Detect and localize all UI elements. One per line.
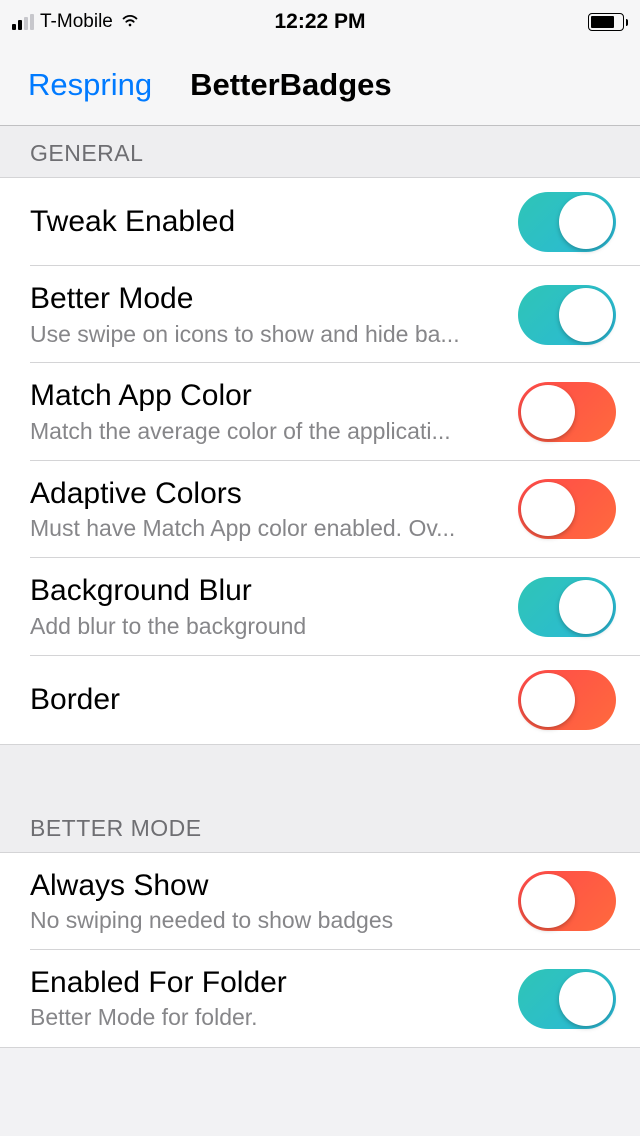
toggle-adaptive-colors[interactable] xyxy=(518,479,616,539)
cell-adaptive-colors: Adaptive Colors Must have Match App colo… xyxy=(0,461,640,558)
cell-text: Border xyxy=(30,681,518,719)
cell-title: Tweak Enabled xyxy=(30,203,502,241)
toggle-background-blur[interactable] xyxy=(518,577,616,637)
toggle-always-show[interactable] xyxy=(518,871,616,931)
list-general: Tweak Enabled Better Mode Use swipe on i… xyxy=(0,177,640,745)
cell-title: Enabled For Folder xyxy=(30,964,502,1002)
toggle-border[interactable] xyxy=(518,670,616,730)
toggle-tweak-enabled[interactable] xyxy=(518,192,616,252)
cell-title: Match App Color xyxy=(30,377,502,415)
battery-icon xyxy=(588,13,628,31)
cell-title: Always Show xyxy=(30,867,502,905)
section-header-general: GENERAL xyxy=(0,126,640,177)
section-header-better-mode: BETTER MODE xyxy=(0,745,640,852)
wifi-icon xyxy=(119,8,141,36)
list-better-mode: Always Show No swiping needed to show ba… xyxy=(0,852,640,1049)
cell-subtitle: No swiping needed to show badges xyxy=(30,906,502,936)
cell-enabled-for-folder: Enabled For Folder Better Mode for folde… xyxy=(0,950,640,1047)
cell-tweak-enabled: Tweak Enabled xyxy=(0,178,640,266)
carrier-label: T-Mobile xyxy=(40,11,113,33)
cell-match-app-color: Match App Color Match the average color … xyxy=(0,363,640,460)
status-left: T-Mobile xyxy=(12,8,141,36)
cell-subtitle: Better Mode for folder. xyxy=(30,1003,502,1033)
cell-subtitle: Must have Match App color enabled. Ov... xyxy=(30,514,502,544)
cell-text: Background Blur Add blur to the backgrou… xyxy=(30,572,518,641)
status-bar: T-Mobile 12:22 PM xyxy=(0,0,640,44)
cell-text: Better Mode Use swipe on icons to show a… xyxy=(30,280,518,349)
clock: 12:22 PM xyxy=(274,10,365,34)
cell-subtitle: Match the average color of the applicati… xyxy=(30,417,502,447)
cell-title: Adaptive Colors xyxy=(30,475,502,513)
cell-text: Tweak Enabled xyxy=(30,203,518,241)
cell-title: Border xyxy=(30,681,502,719)
cell-title: Better Mode xyxy=(30,280,502,318)
cell-subtitle: Use swipe on icons to show and hide ba..… xyxy=(30,320,502,350)
cell-better-mode: Better Mode Use swipe on icons to show a… xyxy=(0,266,640,363)
cell-border: Border xyxy=(0,656,640,744)
cell-text: Enabled For Folder Better Mode for folde… xyxy=(30,964,518,1033)
signal-bars-icon xyxy=(12,14,34,30)
page-title: BetterBadges xyxy=(190,67,392,103)
toggle-better-mode[interactable] xyxy=(518,285,616,345)
toggle-enabled-for-folder[interactable] xyxy=(518,969,616,1029)
cell-text: Match App Color Match the average color … xyxy=(30,377,518,446)
cell-subtitle: Add blur to the background xyxy=(30,612,502,642)
nav-bar: Respring BetterBadges xyxy=(0,44,640,126)
back-button[interactable]: Respring xyxy=(28,67,152,103)
cell-always-show: Always Show No swiping needed to show ba… xyxy=(0,853,640,950)
cell-title: Background Blur xyxy=(30,572,502,610)
cell-background-blur: Background Blur Add blur to the backgrou… xyxy=(0,558,640,655)
toggle-match-app-color[interactable] xyxy=(518,382,616,442)
cell-text: Always Show No swiping needed to show ba… xyxy=(30,867,518,936)
cell-text: Adaptive Colors Must have Match App colo… xyxy=(30,475,518,544)
